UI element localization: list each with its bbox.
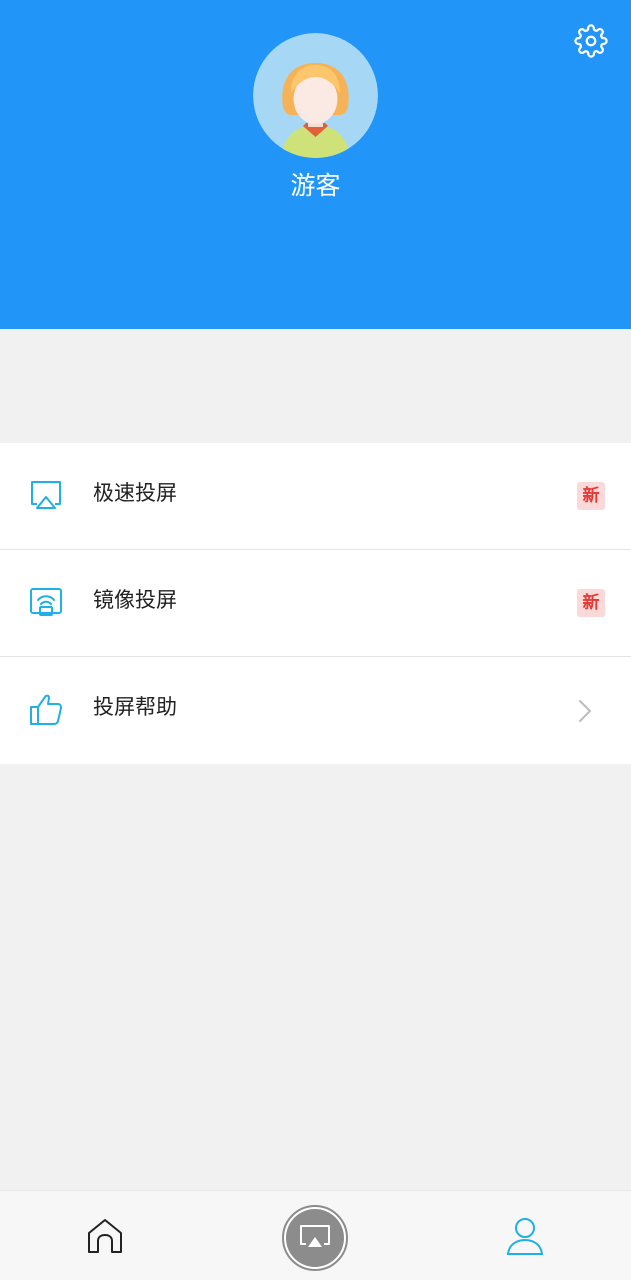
thumbs-up-icon — [30, 694, 62, 725]
username: 游客 — [290, 171, 341, 200]
menu-item-fast-cast[interactable]: 极速投屏 新 — [0, 443, 631, 550]
profile-icon — [506, 1218, 544, 1255]
airplay-icon — [31, 481, 61, 509]
menu-item-label: 镜像投屏 — [93, 588, 177, 612]
avatar[interactable] — [253, 33, 378, 158]
chevron-right-icon — [579, 700, 591, 722]
tab-cast[interactable] — [282, 1205, 348, 1271]
menu-item-mirror-cast[interactable]: 镜像投屏 新 — [0, 550, 631, 657]
tab-profile[interactable] — [504, 1215, 546, 1257]
profile-header: 游客 — [0, 0, 631, 329]
avatar-icon — [253, 33, 378, 158]
tab-home[interactable] — [84, 1215, 126, 1257]
menu-item-label: 极速投屏 — [93, 481, 177, 505]
new-badge: 新 — [577, 482, 605, 510]
gear-icon — [574, 24, 608, 58]
home-icon — [88, 1219, 122, 1253]
menu-item-label: 投屏帮助 — [93, 695, 177, 719]
menu-list: 极速投屏 新 镜像投屏 新 投屏帮助 — [0, 443, 631, 764]
cast-icon — [282, 1205, 348, 1271]
bottom-tab-bar — [0, 1190, 631, 1280]
new-badge: 新 — [577, 589, 605, 617]
mirror-screen-icon — [30, 588, 62, 616]
menu-item-cast-help[interactable]: 投屏帮助 — [0, 657, 631, 764]
settings-button[interactable] — [574, 24, 608, 58]
